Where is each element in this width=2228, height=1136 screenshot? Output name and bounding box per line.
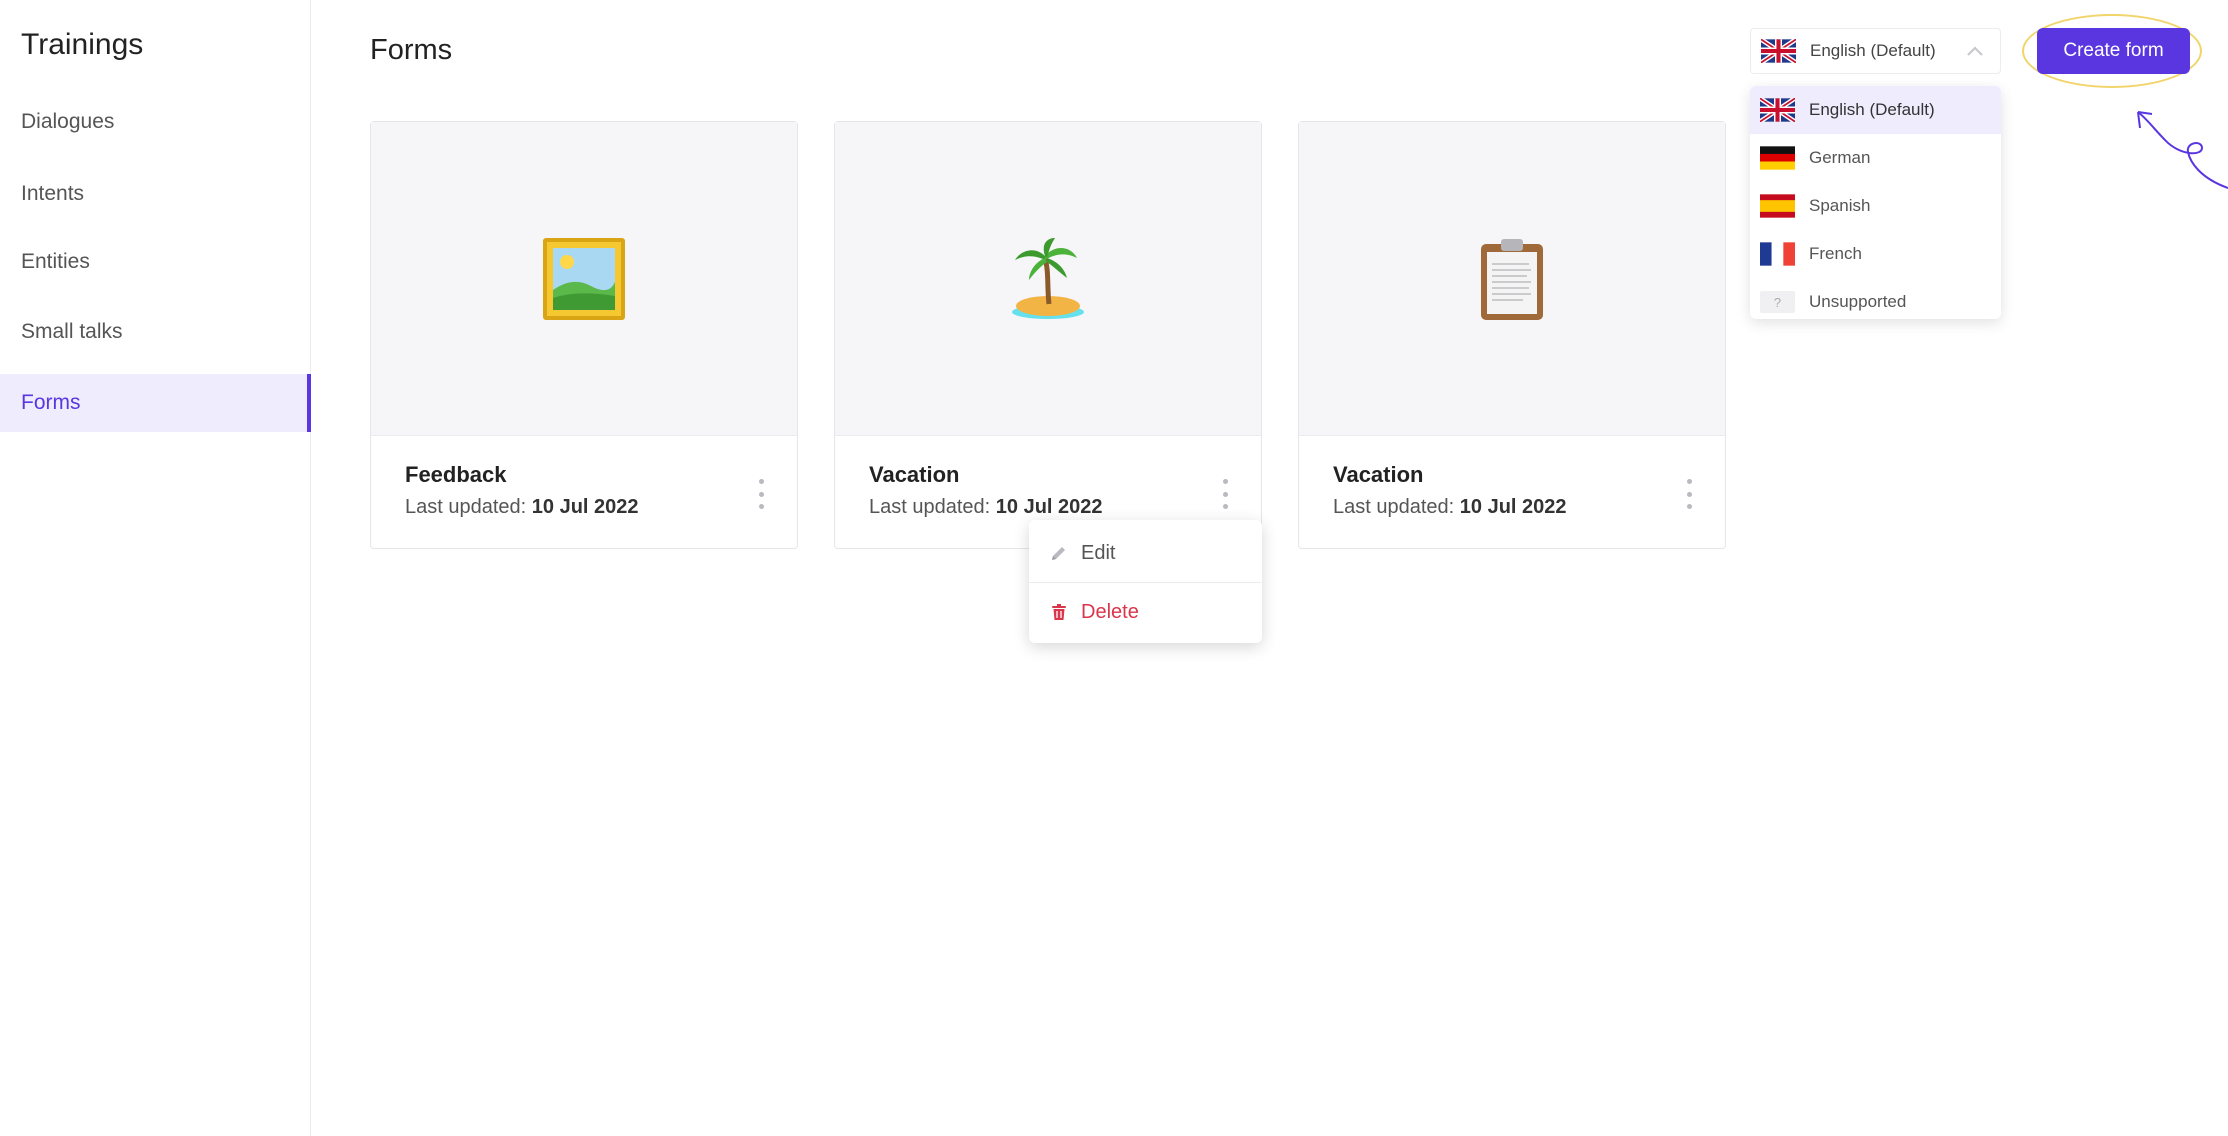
card-thumbnail [371,122,797,436]
language-option-label: English (Default) [1809,100,1935,119]
language-option-label: Unsupported [1809,292,1907,311]
germany-flag-icon [1760,146,1795,170]
desert-island-icon [1012,237,1084,319]
framed-picture-icon [543,237,625,320]
language-option-label: German [1809,148,1871,167]
page-title: Forms [370,34,453,66]
edit-label: Edit [1081,541,1116,564]
card-title: Vacation [869,462,960,487]
more-options-icon[interactable] [1683,479,1695,509]
last-updated-label: Last updated: [1333,496,1455,518]
language-option-label: Spanish [1809,196,1871,215]
clipboard-icon [1481,238,1543,320]
sidebar-item-intents[interactable]: Intents [0,165,311,223]
sidebar-item-entities[interactable]: Entities [0,233,311,291]
language-option-german[interactable]: German [1750,134,2001,182]
form-card-vacation[interactable]: Vacation Last updated: 10 Jul 2022 [834,121,1262,549]
chevron-up-icon [1967,46,1983,56]
language-option-english[interactable]: English (Default) [1750,86,2001,134]
sidebar-item-dialogues[interactable]: Dialogues [0,93,311,151]
delete-menu-item[interactable]: Delete [1029,583,1262,641]
create-form-button[interactable]: Create form [2037,28,2190,74]
sidebar-item-forms[interactable]: Forms [0,374,311,432]
last-updated-date: 10 Jul 2022 [531,496,639,518]
uk-flag-icon [1760,98,1795,122]
more-options-icon[interactable] [1219,479,1231,509]
sidebar: Trainings Dialogues Intents Entities Sma… [0,0,311,1136]
last-updated-date: 10 Jul 2022 [995,496,1103,518]
card-last-updated: Last updated: 10 Jul 2022 [869,496,1103,519]
card-thumbnail [835,122,1261,436]
unknown-flag-icon: ? [1760,291,1795,313]
language-option-spanish[interactable]: Spanish [1750,182,2001,230]
arrow-annotation-icon [2137,111,2228,189]
language-option-unsupported[interactable]: ? Unsupported [1750,278,2001,319]
sidebar-item-small-talks[interactable]: Small talks [0,303,311,361]
card-context-menu: Edit Delete [1029,520,1262,643]
pencil-icon [1052,547,1065,560]
delete-label: Delete [1081,600,1139,623]
uk-flag-icon [1761,39,1796,63]
card-title: Feedback [405,462,507,487]
france-flag-icon [1760,242,1795,266]
spain-flag-icon [1760,194,1795,218]
trash-icon [1052,604,1066,620]
sidebar-title: Trainings [21,28,144,61]
form-card-feedback[interactable]: Feedback Last updated: 10 Jul 2022 [370,121,798,549]
last-updated-label: Last updated: [869,496,991,518]
language-option-label: French [1809,244,1862,263]
language-select[interactable]: English (Default) [1750,28,2001,74]
card-thumbnail [1299,122,1725,436]
edit-menu-item[interactable]: Edit [1029,524,1262,582]
last-updated-date: 10 Jul 2022 [1459,496,1567,518]
form-card-vacation-2[interactable]: Vacation Last updated: 10 Jul 2022 [1298,121,1726,549]
last-updated-label: Last updated: [405,496,527,518]
language-dropdown-menu: English (Default) German Spanish French … [1750,86,2001,319]
language-select-value: English (Default) [1810,41,1936,60]
card-last-updated: Last updated: 10 Jul 2022 [1333,496,1567,519]
language-option-french[interactable]: French [1750,230,2001,278]
more-options-icon[interactable] [755,479,767,509]
card-last-updated: Last updated: 10 Jul 2022 [405,496,639,519]
card-title: Vacation [1333,462,1424,487]
